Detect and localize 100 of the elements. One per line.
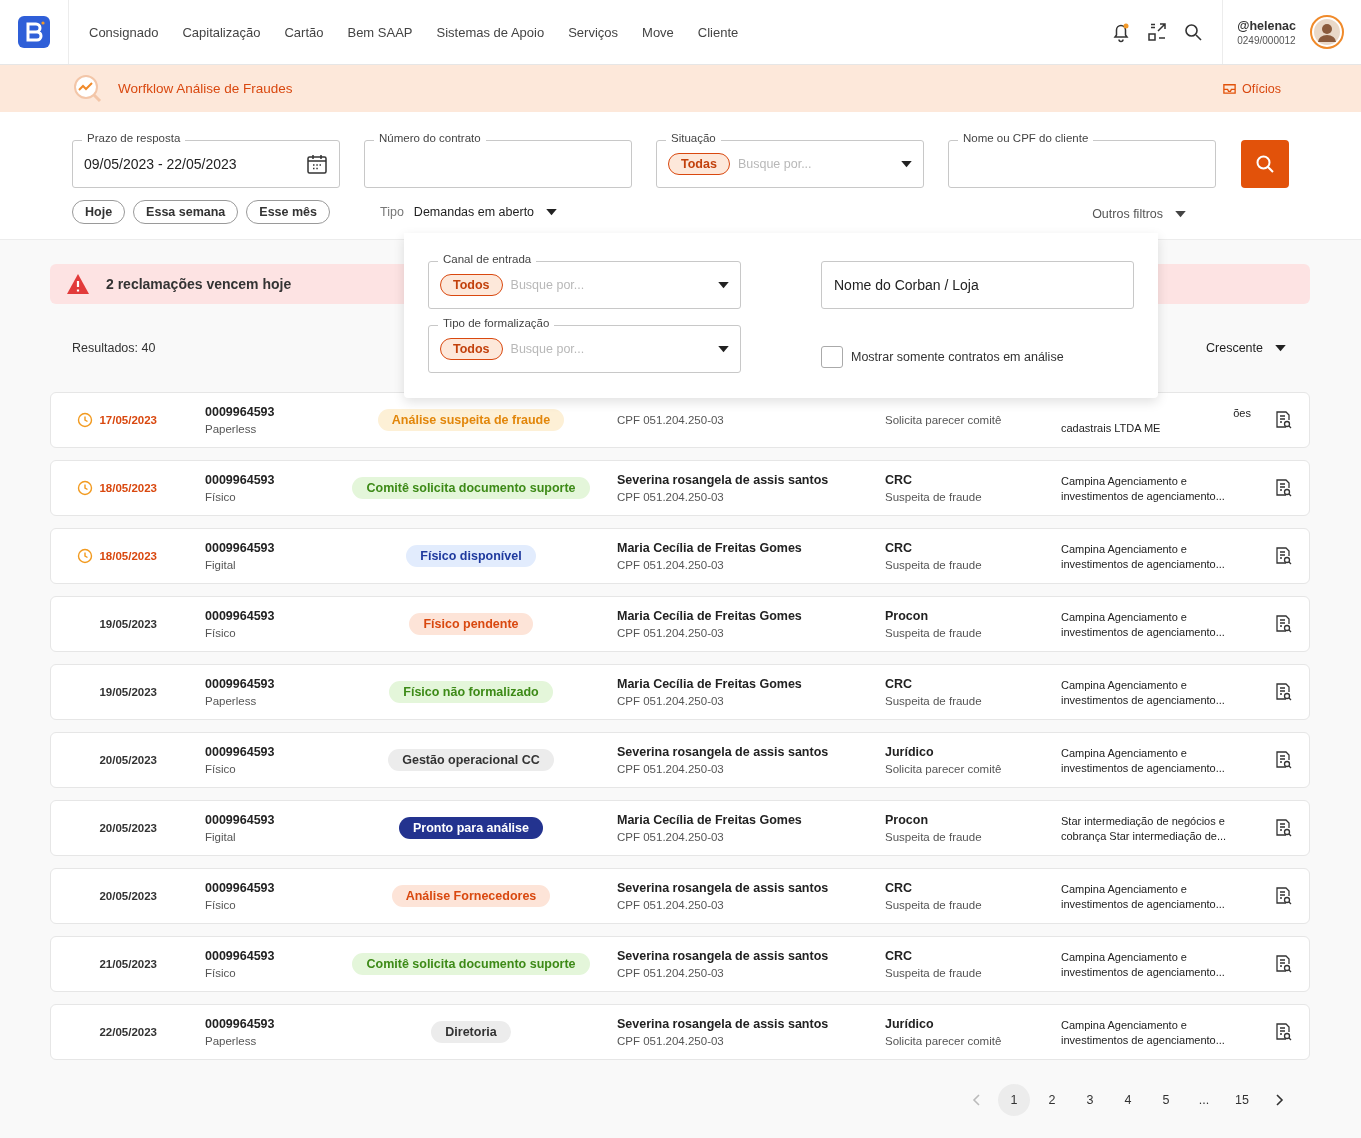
client-name: Maria Cecília de Freitas Gomes	[617, 677, 803, 691]
document-search-icon[interactable]	[1273, 410, 1293, 430]
logo-icon[interactable]	[18, 16, 50, 48]
page-button[interactable]: 1	[998, 1084, 1030, 1116]
client-cpf: CPF 051.204.250-03	[617, 559, 725, 571]
client-name: Severina rosangela de assis santos	[617, 473, 830, 487]
result-row[interactable]: 17/05/2023 0009964593 Paperless Análise suspeita de fraude CPF 051.204.250-03 Solicita parecer comitê ões cadastrais LTDA ME	[50, 392, 1310, 448]
document-search-icon[interactable]	[1273, 546, 1293, 566]
calendar-icon[interactable]	[306, 153, 328, 175]
page-button[interactable]: 2	[1036, 1084, 1068, 1116]
document-search-icon[interactable]	[1273, 478, 1293, 498]
result-row[interactable]: 18/05/2023 0009964593 Figital Físico disponível Maria Cecília de Freitas Gomes CPF 051.204.250-03 CRC Suspeita de fraude Campina Agenciamento e investimentos de agenciamento...	[50, 528, 1310, 584]
status-tag: Físico disponível	[406, 545, 536, 567]
exchange-icon[interactable]	[1146, 21, 1169, 43]
contract-number: 0009964593	[205, 1017, 276, 1031]
contract-field[interactable]: Número do contrato	[364, 132, 632, 188]
quick-filter[interactable]: Esse mês	[246, 200, 330, 224]
nav-link[interactable]: Consignado	[89, 24, 159, 40]
client-name: Severina rosangela de assis santos	[617, 745, 830, 759]
page-button[interactable]: 15	[1226, 1084, 1258, 1116]
caret-icon	[718, 345, 729, 353]
document-search-icon[interactable]	[1273, 818, 1293, 838]
complaint-channel: CRC	[885, 949, 914, 963]
nav-link[interactable]: Capitalização	[182, 24, 261, 40]
search-button[interactable]	[1241, 140, 1289, 188]
formalization-type: Físico	[205, 627, 237, 639]
due-date: 22/05/2023	[99, 1026, 157, 1038]
result-row[interactable]: 19/05/2023 0009964593 Físico Físico pendente Maria Cecília de Freitas Gomes CPF 051.204.250-03 Procon Suspeita de fraude Campina Agenciamento e investimentos de agenciamento...	[50, 596, 1310, 652]
formalization-type: Físico	[205, 491, 237, 503]
document-search-icon[interactable]	[1273, 954, 1293, 974]
caret-icon	[718, 281, 729, 289]
page-button[interactable]: 4	[1112, 1084, 1144, 1116]
complaint-channel: CRC	[885, 473, 914, 487]
more-filters-button[interactable]: Outros filtros	[1092, 207, 1186, 221]
document-search-icon[interactable]	[1273, 750, 1293, 770]
complaint-reason: Solicita parecer comitê	[885, 763, 1003, 775]
filter-chip[interactable]: Todas	[668, 153, 730, 175]
status-tag: Comitê solicita documento suporte	[352, 953, 590, 975]
checkbox[interactable]	[821, 346, 843, 368]
nav-link[interactable]: Serviços	[568, 24, 619, 40]
nav-link[interactable]: Cliente	[697, 24, 739, 40]
document-search-icon[interactable]	[1273, 1022, 1293, 1042]
contract-number: 0009964593	[205, 541, 276, 555]
result-row[interactable]: 18/05/2023 0009964593 Físico Comitê solicita documento suporte Severina rosangela de assis santos CPF 051.204.250-03 CRC Suspeita de fraude Campina Agenciamento e investimentos de agenciamento...	[50, 460, 1310, 516]
document-search-icon[interactable]	[1273, 614, 1293, 634]
formalization-select[interactable]: Tipo de formalização Todos Busque por...	[428, 317, 741, 373]
date-field[interactable]: Prazo de resposta 09/05/2023 - 22/05/2023	[72, 132, 340, 188]
due-date: 18/05/2023	[99, 482, 157, 494]
next-page-icon[interactable]	[1274, 1093, 1284, 1107]
results-count: Resultados: 40	[72, 341, 156, 355]
formalization-type: Paperless	[205, 695, 258, 707]
type-select[interactable]: Demandas em aberto	[413, 205, 558, 219]
contract-number: 0009964593	[205, 609, 276, 623]
contract-number: 0009964593	[205, 813, 276, 827]
avatar[interactable]	[1310, 15, 1344, 49]
filter-chip[interactable]: Todos	[440, 338, 503, 360]
result-row[interactable]: 20/05/2023 0009964593 Físico Gestão operacional CC Severina rosangela de assis santos CPF 051.204.250-03 Jurídico Solicita parecer comitê Campina Agenciamento e investimentos de agenciamento...	[50, 732, 1310, 788]
nav-link[interactable]: Cartão	[284, 24, 324, 40]
result-row[interactable]: 22/05/2023 0009964593 Paperless Diretoria Severina rosangela de assis santos CPF 051.204.250-03 Jurídico Solicita parecer comitê Campina Agenciamento e investimentos de agenciamento...	[50, 1004, 1310, 1060]
checkbox-label[interactable]: Mostrar somente contratos em análise	[851, 350, 1064, 364]
quick-filter[interactable]: Hoje	[72, 200, 126, 224]
page-button[interactable]: 5	[1150, 1084, 1182, 1116]
result-row[interactable]: 20/05/2023 0009964593 Físico Análise Fornecedores Severina rosangela de assis santos CPF 051.204.250-03 CRC Suspeita de fraude Campina Agenciamento e investimentos de agenciamento...	[50, 868, 1310, 924]
due-date: 17/05/2023	[99, 414, 157, 426]
status-tag: Análise suspeita de fraude	[377, 409, 565, 431]
corban-field[interactable]: Nome do Corban / Loja	[821, 261, 1134, 309]
filter-chip[interactable]: Todos	[440, 274, 503, 296]
quick-filter[interactable]: Essa semana	[133, 200, 239, 224]
result-row[interactable]: 21/05/2023 0009964593 Físico Comitê solicita documento suporte Severina rosangela de assis santos CPF 051.204.250-03 CRC Suspeita de fraude Campina Agenciamento e investimentos de agenciamento...	[50, 936, 1310, 992]
nav-link[interactable]: Sistemas de Apoio	[436, 24, 545, 40]
client-name: Maria Cecília de Freitas Gomes	[617, 541, 803, 555]
oficios-link[interactable]: Ofícios	[1222, 81, 1281, 96]
status-tag: Físico não formalizado	[389, 681, 553, 703]
complaint-channel: CRC	[885, 541, 914, 555]
status-tag: Comitê solicita documento suporte	[352, 477, 590, 499]
client-name: Maria Cecília de Freitas Gomes	[617, 813, 803, 827]
complaint-channel: CRC	[885, 677, 914, 691]
complaint-channel: CRC	[885, 881, 914, 895]
document-search-icon[interactable]	[1273, 682, 1293, 702]
client-cpf: CPF 051.204.250-03	[617, 1035, 725, 1047]
nav-link[interactable]: Move	[642, 24, 674, 40]
chart-search-icon	[72, 72, 104, 105]
status-tag: Gestão operacional CC	[388, 749, 554, 771]
channel-select[interactable]: Canal de entrada Todos Busque por...	[428, 253, 741, 309]
document-search-icon[interactable]	[1273, 886, 1293, 906]
result-row[interactable]: 20/05/2023 0009964593 Figital Pronto para análise Maria Cecília de Freitas Gomes CPF 051.204.250-03 Procon Suspeita de fraude Star intermediação de negócios e cobrança Star intermediação de...	[50, 800, 1310, 856]
page-button[interactable]: ...	[1188, 1084, 1220, 1116]
status-tag: Análise Fornecedores	[391, 885, 551, 907]
formalization-type: Físico	[205, 763, 237, 775]
page-button[interactable]: 3	[1074, 1084, 1106, 1116]
contract-number: 0009964593	[205, 949, 276, 963]
client-field[interactable]: Nome ou CPF do cliente	[948, 132, 1216, 188]
search-icon	[1254, 153, 1276, 175]
nav-link[interactable]: Bem SAAP	[347, 24, 413, 40]
corban-name: investimentos de agenciamento...	[1061, 557, 1226, 570]
due-date: 21/05/2023	[99, 958, 157, 970]
sort-select[interactable]: Crescente	[1206, 341, 1288, 355]
result-row[interactable]: 19/05/2023 0009964593 Paperless Físico não formalizado Maria Cecília de Freitas Gomes CPF 051.204.250-03 CRC Suspeita de fraude Campina Agenciamento e investimentos de agenciamento...	[50, 664, 1310, 720]
situation-select[interactable]: Situação Todas Busque por...	[656, 132, 924, 188]
due-date: 20/05/2023	[99, 890, 157, 902]
